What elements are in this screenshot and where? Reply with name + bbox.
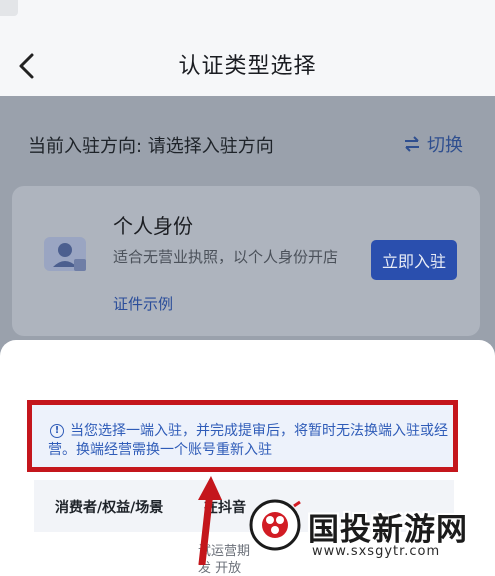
header-bar: 认证类型选择 [0, 0, 495, 96]
info-icon: ! [50, 424, 64, 438]
card-description: 适合无营业执照，以个人身份开店 [113, 248, 339, 266]
entry-direction-label: 当前入驻方向: 请选择入驻方向 [28, 136, 274, 157]
watermark-url: www.sxsgytr.com [312, 544, 441, 559]
switch-button[interactable]: 切换 [403, 131, 463, 157]
notice-line-2: 营。换端经营需换一个账号重新入驻 [48, 442, 272, 458]
page-title: 认证类型选择 [178, 54, 317, 79]
card-title: 个人身份 [113, 214, 193, 238]
watermark-brand: 国投新游网 [308, 512, 468, 548]
annotation-arrow-icon [198, 476, 222, 565]
status-bar-fragment [0, 0, 18, 16]
document-example-link[interactable]: 证件示例 [113, 293, 173, 314]
notice-line-1: 当您选择一端入驻，并完成提审后，将暂时无法换端入驻或经 [70, 423, 448, 439]
person-id-icon [44, 237, 86, 271]
enter-now-button[interactable]: 立即入驻 [371, 240, 457, 280]
swap-arrows-icon [405, 136, 419, 152]
notice-text: 当您选择一端入驻，并完成提审后，将暂时无法换端入驻或经 营。换端经营需换一个账号… [48, 422, 452, 460]
switch-label: 切换 [427, 135, 463, 156]
table-column-1: 消费者/权益/场景 [55, 500, 164, 516]
watermark-logo-icon [249, 499, 301, 551]
